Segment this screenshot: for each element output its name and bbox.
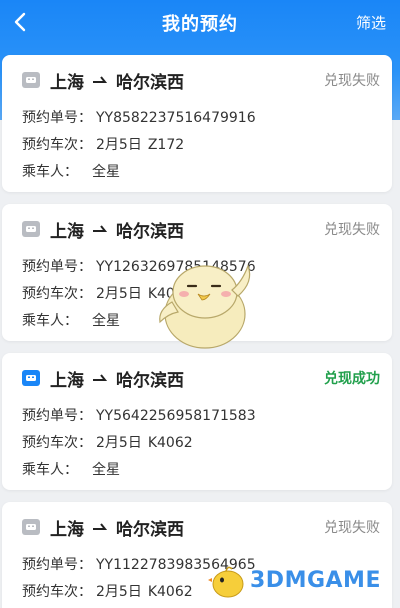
train-label: 预约车次：: [22, 584, 92, 600]
order-number-label: 预约单号：: [22, 259, 92, 275]
route: 上海 哈尔滨西: [50, 217, 184, 242]
one-way-arrow-icon: [93, 225, 107, 233]
one-way-arrow-icon: [93, 76, 107, 84]
train-label: 预约车次：: [22, 435, 92, 451]
status-badge: 兑现成功: [324, 371, 380, 387]
train-number: K4062: [147, 435, 193, 451]
order-number-value: YY8582237516479916: [96, 110, 256, 126]
train-date: 2月5日: [96, 286, 142, 302]
status-badge: 兑现失败: [324, 73, 380, 89]
passenger-label: 乘车人：: [22, 164, 78, 180]
train-number: Z172: [147, 137, 185, 153]
train-row: 预约车次： 2月5日 K4062: [22, 432, 193, 452]
order-number-label: 预约单号：: [22, 110, 92, 126]
order-number-row: 预约单号： YY8582237516479916: [22, 107, 256, 127]
departure-station: 上海: [50, 72, 84, 93]
one-way-arrow-icon: [93, 374, 107, 382]
departure-station: 上海: [50, 519, 84, 540]
reservation-card[interactable]: 上海 哈尔滨西 兑现成功 预约单号： YY5642256958171583 预约车…: [2, 353, 392, 490]
filter-button[interactable]: 筛选: [356, 12, 386, 33]
passenger-row: 乘车人： 全星: [22, 310, 120, 330]
arrival-station: 哈尔滨西: [116, 221, 184, 242]
reservation-card[interactable]: 上海 哈尔滨西 兑现失败 预约单号： YY8582237516479916 预约车…: [2, 55, 392, 192]
page-title: 我的预约: [162, 14, 238, 35]
train-icon: [22, 72, 40, 88]
duck-mascot: [159, 264, 251, 349]
back-button[interactable]: [6, 8, 34, 36]
arrival-station: 哈尔滨西: [116, 519, 184, 540]
train-label: 预约车次：: [22, 286, 92, 302]
train-row: 预约车次： 2月5日 Z172: [22, 134, 184, 154]
train-icon: [22, 221, 40, 237]
route: 上海 哈尔滨西: [50, 515, 184, 540]
train-icon: [22, 370, 40, 386]
train-icon: [22, 519, 40, 535]
passenger-name: 全星: [92, 462, 120, 478]
watermark: 3DMGAME: [208, 560, 381, 600]
train-date: 2月5日: [96, 137, 142, 153]
card-header: 上海 哈尔滨西 兑现失败: [22, 68, 380, 93]
passenger-name: 全星: [92, 164, 120, 180]
train-number: K4062: [147, 584, 193, 600]
departure-station: 上海: [50, 221, 84, 242]
status-badge: 兑现失败: [324, 520, 380, 536]
train-date: 2月5日: [96, 435, 142, 451]
route: 上海 哈尔滨西: [50, 366, 184, 391]
passenger-label: 乘车人：: [22, 313, 78, 329]
order-number-value: YY5642256958171583: [96, 408, 256, 424]
order-number-row: 预约单号： YY5642256958171583: [22, 405, 256, 425]
order-number-label: 预约单号：: [22, 408, 92, 424]
passenger-row: 乘车人： 全星: [22, 459, 120, 479]
one-way-arrow-icon: [93, 523, 107, 531]
passenger-name: 全星: [92, 313, 120, 329]
card-header: 上海 哈尔滨西 兑现成功: [22, 366, 380, 391]
watermark-text: 3DMGAME: [250, 567, 381, 593]
arrival-station: 哈尔滨西: [116, 72, 184, 93]
train-label: 预约车次：: [22, 137, 92, 153]
order-number-label: 预约单号：: [22, 557, 92, 573]
3dm-chick-logo: [208, 566, 244, 598]
route: 上海 哈尔滨西: [50, 68, 184, 93]
train-row: 预约车次： 2月5日 K4062: [22, 581, 193, 601]
navigation-bar: 我的预约 筛选: [0, 0, 400, 46]
train-date: 2月5日: [96, 584, 142, 600]
arrival-station: 哈尔滨西: [116, 370, 184, 391]
card-header: 上海 哈尔滨西 兑现失败: [22, 515, 380, 540]
card-header: 上海 哈尔滨西 兑现失败: [22, 217, 380, 242]
chevron-left-icon: [14, 12, 26, 32]
status-badge: 兑现失败: [324, 222, 380, 238]
departure-station: 上海: [50, 370, 84, 391]
passenger-label: 乘车人：: [22, 462, 78, 478]
passenger-row: 乘车人： 全星: [22, 161, 120, 181]
